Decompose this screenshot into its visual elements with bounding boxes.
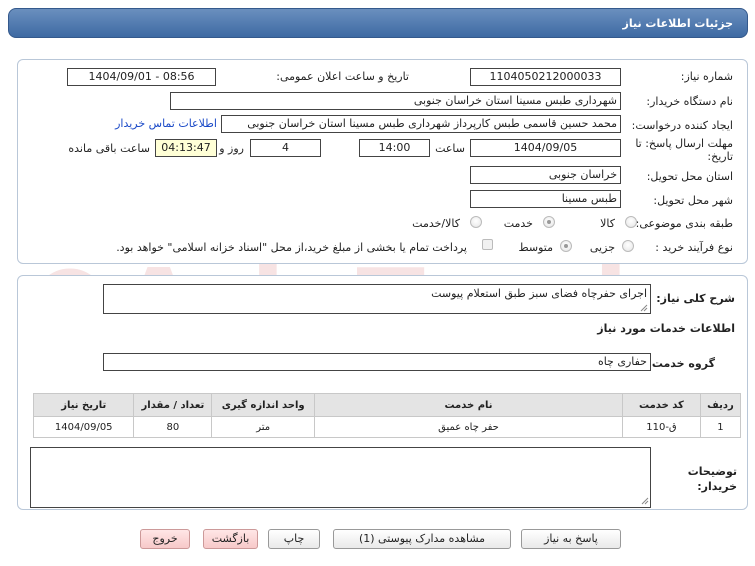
page-title: جزئیات اطلاعات نیاز xyxy=(622,17,734,30)
province-label: استان محل تحویل: xyxy=(646,170,733,183)
service-group-label: گروه خدمت: xyxy=(647,357,715,370)
buyer-contact-link[interactable]: اطلاعات تماس خریدار xyxy=(115,117,217,130)
col-service-name: نام خدمت xyxy=(313,393,624,417)
col-service-code: کد خدمت xyxy=(622,393,701,417)
announce-date-field: 1404/09/01 - 08:56 xyxy=(67,68,216,86)
buyer-notes-label-2: خریدار: xyxy=(697,480,737,493)
deadline-date-field: 1404/09/05 xyxy=(470,139,621,157)
process-radio-medium[interactable] xyxy=(560,240,572,252)
buyer-notes-label: توضیحات xyxy=(687,465,737,478)
notes-resize-handle-icon[interactable] xyxy=(641,497,649,505)
cell-unit: متر xyxy=(211,416,315,438)
category-option-goods: کالا xyxy=(600,217,615,230)
service-group-field: حفاری چاه xyxy=(103,353,651,371)
services-table-header: ردیف کد خدمت نام خدمت واحد اندازه گیری ت… xyxy=(32,393,742,417)
deadline-date-label: تاریخ: xyxy=(707,150,733,163)
cell-service-code: ق-110 xyxy=(622,416,701,438)
remaining-time-field: 04:13:47 xyxy=(155,139,217,157)
treasury-payment-checkbox[interactable] xyxy=(482,239,493,250)
announce-date-label: تاریخ و ساعت اعلان عمومی: xyxy=(276,70,409,83)
days-label: روز و xyxy=(219,142,244,155)
category-radio-goods-service[interactable] xyxy=(470,216,482,228)
cell-need-date: 1404/09/05 xyxy=(32,416,135,438)
process-radio-minor[interactable] xyxy=(622,240,634,252)
buyer-notes-textarea[interactable] xyxy=(30,447,651,508)
treasury-payment-note: پرداخت تمام یا بخشی از مبلغ خرید،از محل … xyxy=(116,241,467,254)
services-heading: اطلاعات خدمات مورد نیاز xyxy=(597,322,735,335)
deadline-time-field: 14:00 xyxy=(359,139,430,157)
cell-quantity: 80 xyxy=(133,416,213,438)
category-radio-goods[interactable] xyxy=(625,216,637,228)
cell-service-name: حفر چاه عمیق xyxy=(313,416,624,438)
page-header: جزئیات اطلاعات نیاز xyxy=(8,8,748,38)
buyer-org-label: نام دستگاه خریدار: xyxy=(646,95,733,108)
category-option-service: خدمت xyxy=(503,217,533,230)
creator-field: محمد حسین قاسمی طبس کارپرداز شهرداری طبس… xyxy=(221,115,621,133)
need-summary-text: اجرای حفرچاه فضای سبز طبق استعلام پیوست xyxy=(431,287,647,300)
process-option-minor: جزیی xyxy=(589,241,615,254)
buyer-org-field: شهرداری طبس مسینا استان خراسان جنوبی xyxy=(170,92,621,110)
process-type-label: نوع فرآیند خرید : xyxy=(655,241,733,254)
col-need-date: تاریخ نیاز xyxy=(32,393,135,417)
col-unit: واحد اندازه گیری xyxy=(211,393,315,417)
col-quantity: تعداد / مقدار xyxy=(133,393,213,417)
resize-handle-icon[interactable] xyxy=(640,304,648,312)
cell-row-number: 1 xyxy=(699,416,742,438)
process-option-medium: متوسط xyxy=(518,241,553,254)
category-label: طبقه بندی موضوعی: xyxy=(635,217,733,230)
city-label: شهر محل تحویل: xyxy=(653,194,733,207)
need-number-label: شماره نیاز: xyxy=(680,70,733,83)
category-option-goods-service: کالا/خدمت xyxy=(412,217,460,230)
col-row-number: ردیف xyxy=(699,393,742,417)
need-summary-label: شرح کلی نیاز: xyxy=(656,292,735,305)
remaining-time-label: ساعت باقی مانده xyxy=(68,142,150,155)
exit-button[interactable]: خروج xyxy=(140,529,190,549)
category-radio-service[interactable] xyxy=(543,216,555,228)
back-button[interactable]: بازگشت xyxy=(203,529,258,549)
deadline-time-label: ساعت xyxy=(435,142,465,155)
need-summary-textarea[interactable]: اجرای حفرچاه فضای سبز طبق استعلام پیوست xyxy=(103,284,651,314)
view-attachments-button[interactable]: مشاهده مدارک پیوستی (1) xyxy=(333,529,511,549)
deadline-label: مهلت ارسال پاسخ: تا xyxy=(635,137,733,150)
need-info-panel xyxy=(17,59,748,264)
city-field: طبس مسینا xyxy=(470,190,621,208)
table-row: 1 ق-110 حفر چاه عمیق متر 80 1404/09/05 xyxy=(32,416,742,438)
print-button[interactable]: چاپ xyxy=(268,529,320,549)
services-table: ردیف کد خدمت نام خدمت واحد اندازه گیری ت… xyxy=(32,393,742,438)
remaining-days-field: 4 xyxy=(250,139,321,157)
reply-button[interactable]: پاسخ به نیاز xyxy=(521,529,621,549)
creator-label: ایجاد کننده درخواست: xyxy=(631,119,733,132)
province-field: خراسان جنوبی xyxy=(470,166,621,184)
need-number-field: 1104050212000033 xyxy=(470,68,621,86)
